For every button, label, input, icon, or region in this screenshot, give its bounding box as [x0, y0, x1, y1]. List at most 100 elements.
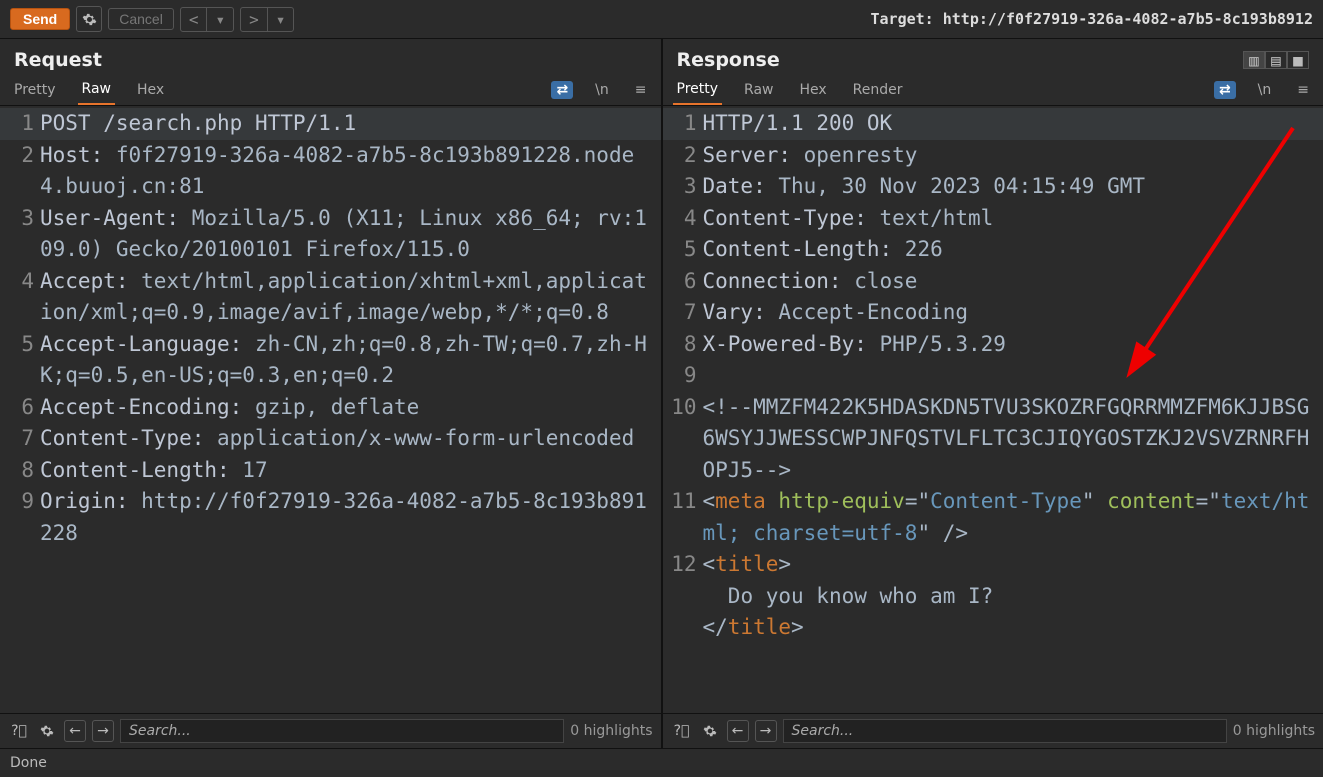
history-back-group[interactable]: < ▾: [180, 7, 234, 32]
tab-render[interactable]: Render: [849, 76, 907, 104]
code-content[interactable]: Accept: text/html,application/xhtml+xml,…: [40, 266, 661, 329]
request-title: Request: [14, 49, 102, 71]
tab-pretty[interactable]: Pretty: [10, 76, 60, 104]
editor-line[interactable]: 9: [663, 360, 1323, 392]
line-number: 8: [0, 455, 40, 487]
line-number: 5: [663, 234, 703, 266]
request-highlight-count: 0 highlights: [570, 723, 652, 739]
layout-toggle[interactable]: ▥ ▤ ■: [1243, 51, 1309, 69]
code-content[interactable]: <meta http-equiv="Content-Type" content=…: [703, 486, 1323, 549]
chevron-left-icon[interactable]: <: [181, 8, 208, 31]
editor-line[interactable]: 1POST /search.php HTTP/1.1: [0, 108, 661, 140]
editor-line[interactable]: 7Vary: Accept-Encoding: [663, 297, 1323, 329]
request-tabs: Pretty Raw Hex ⇄ \n ≡: [0, 75, 661, 106]
editor-line[interactable]: 4Content-Type: text/html: [663, 203, 1323, 235]
line-number: 9: [663, 360, 703, 392]
code-content[interactable]: Vary: Accept-Encoding: [703, 297, 1323, 329]
editor-line[interactable]: 5Content-Length: 226: [663, 234, 1323, 266]
tab-pretty[interactable]: Pretty: [673, 75, 723, 105]
arrow-right-icon[interactable]: →: [755, 720, 777, 742]
line-number: 10: [663, 392, 703, 424]
code-content[interactable]: Content-Length: 226: [703, 234, 1323, 266]
tab-raw[interactable]: Raw: [78, 75, 115, 105]
response-editor[interactable]: 1HTTP/1.1 200 OK2Server: openresty3Date:…: [663, 106, 1323, 713]
code-content[interactable]: Accept-Language: zh-CN,zh;q=0.8,zh-TW;q=…: [40, 329, 661, 392]
layout-columns-icon[interactable]: ▥: [1243, 51, 1265, 69]
code-content[interactable]: User-Agent: Mozilla/5.0 (X11; Linux x86_…: [40, 203, 661, 266]
editor-line[interactable]: 6Accept-Encoding: gzip, deflate: [0, 392, 661, 424]
chevron-right-icon[interactable]: >: [241, 8, 268, 31]
code-content[interactable]: Content-Length: 17: [40, 455, 661, 487]
line-number: 4: [663, 203, 703, 235]
code-content[interactable]: Connection: close: [703, 266, 1323, 298]
code-content[interactable]: HTTP/1.1 200 OK: [703, 108, 1323, 140]
response-footbar: ?⃝ ← → Search... 0 highlights: [663, 713, 1323, 748]
history-forward-group[interactable]: > ▾: [240, 7, 294, 32]
editor-line[interactable]: 4Accept: text/html,application/xhtml+xml…: [0, 266, 661, 329]
dropdown-forward-icon[interactable]: ▾: [268, 8, 294, 31]
request-search-input[interactable]: Search...: [120, 719, 564, 743]
newline-icon[interactable]: \n: [591, 80, 613, 100]
editor-line[interactable]: 3Date: Thu, 30 Nov 2023 04:15:49 GMT: [663, 171, 1323, 203]
inspector-icon[interactable]: ⇄: [1214, 81, 1236, 99]
editor-line[interactable]: 2Host: f0f27919-326a-4082-a7b5-8c193b891…: [0, 140, 661, 203]
line-number: 2: [0, 140, 40, 172]
gear-icon[interactable]: [76, 6, 102, 32]
code-content[interactable]: <!--MMZFM422K5HDASKDN5TVU3SKOZRFGQRRMMZF…: [703, 392, 1323, 487]
code-content[interactable]: <title> Do you know who am I? </title>: [703, 549, 1323, 644]
code-content[interactable]: Host: f0f27919-326a-4082-a7b5-8c193b8912…: [40, 140, 661, 203]
arrow-left-icon[interactable]: ←: [64, 720, 86, 742]
arrow-left-icon[interactable]: ←: [727, 720, 749, 742]
line-number: 7: [0, 423, 40, 455]
editor-line[interactable]: 10<!--MMZFM422K5HDASKDN5TVU3SKOZRFGQRRMM…: [663, 392, 1323, 487]
editor-line[interactable]: 3User-Agent: Mozilla/5.0 (X11; Linux x86…: [0, 203, 661, 266]
code-content[interactable]: X-Powered-By: PHP/5.3.29: [703, 329, 1323, 361]
gear-icon[interactable]: [36, 720, 58, 742]
layout-rows-icon[interactable]: ▤: [1265, 51, 1287, 69]
code-content[interactable]: Server: openresty: [703, 140, 1323, 172]
status-bar: Done: [0, 748, 1323, 777]
line-number: 4: [0, 266, 40, 298]
tab-hex[interactable]: Hex: [795, 76, 830, 104]
editor-line[interactable]: 6Connection: close: [663, 266, 1323, 298]
dropdown-back-icon[interactable]: ▾: [207, 8, 233, 31]
tab-hex[interactable]: Hex: [133, 76, 168, 104]
code-content[interactable]: Accept-Encoding: gzip, deflate: [40, 392, 661, 424]
hamburger-icon[interactable]: ≡: [1293, 80, 1313, 100]
arrow-right-icon[interactable]: →: [92, 720, 114, 742]
help-icon[interactable]: ?⃝: [8, 720, 30, 742]
line-number: 1: [663, 108, 703, 140]
code-content[interactable]: POST /search.php HTTP/1.1: [40, 108, 661, 140]
editor-line[interactable]: 7Content-Type: application/x-www-form-ur…: [0, 423, 661, 455]
code-content[interactable]: Date: Thu, 30 Nov 2023 04:15:49 GMT: [703, 171, 1323, 203]
gear-icon[interactable]: [699, 720, 721, 742]
cancel-button[interactable]: Cancel: [108, 8, 174, 30]
editor-line[interactable]: 9Origin: http://f0f27919-326a-4082-a7b5-…: [0, 486, 661, 549]
editor-line[interactable]: 1HTTP/1.1 200 OK: [663, 108, 1323, 140]
editor-line[interactable]: 12<title> Do you know who am I? </title>: [663, 549, 1323, 644]
line-number: 11: [663, 486, 703, 518]
request-panel: Request Pretty Raw Hex ⇄ \n ≡ 1POST /sea…: [0, 39, 663, 748]
editor-line[interactable]: 8X-Powered-By: PHP/5.3.29: [663, 329, 1323, 361]
editor-line[interactable]: 8Content-Length: 17: [0, 455, 661, 487]
line-number: 12: [663, 549, 703, 581]
newline-icon[interactable]: \n: [1254, 80, 1276, 100]
tab-raw[interactable]: Raw: [740, 76, 777, 104]
inspector-icon[interactable]: ⇄: [551, 81, 573, 99]
editor-line[interactable]: 2Server: openresty: [663, 140, 1323, 172]
line-number: 6: [663, 266, 703, 298]
send-button[interactable]: Send: [10, 8, 70, 30]
code-content[interactable]: Content-Type: text/html: [703, 203, 1323, 235]
response-search-input[interactable]: Search...: [783, 719, 1227, 743]
request-editor[interactable]: 1POST /search.php HTTP/1.12Host: f0f2791…: [0, 106, 661, 713]
layout-single-icon[interactable]: ■: [1287, 51, 1309, 69]
editor-line[interactable]: 5Accept-Language: zh-CN,zh;q=0.8,zh-TW;q…: [0, 329, 661, 392]
code-content[interactable]: Origin: http://f0f27919-326a-4082-a7b5-8…: [40, 486, 661, 549]
hamburger-icon[interactable]: ≡: [631, 80, 651, 100]
help-icon[interactable]: ?⃝: [671, 720, 693, 742]
code-content[interactable]: Content-Type: application/x-www-form-url…: [40, 423, 661, 455]
line-number: 3: [663, 171, 703, 203]
response-tabs: Pretty Raw Hex Render ⇄ \n ≡: [663, 75, 1323, 106]
editor-line[interactable]: 11<meta http-equiv="Content-Type" conten…: [663, 486, 1323, 549]
line-number: 8: [663, 329, 703, 361]
